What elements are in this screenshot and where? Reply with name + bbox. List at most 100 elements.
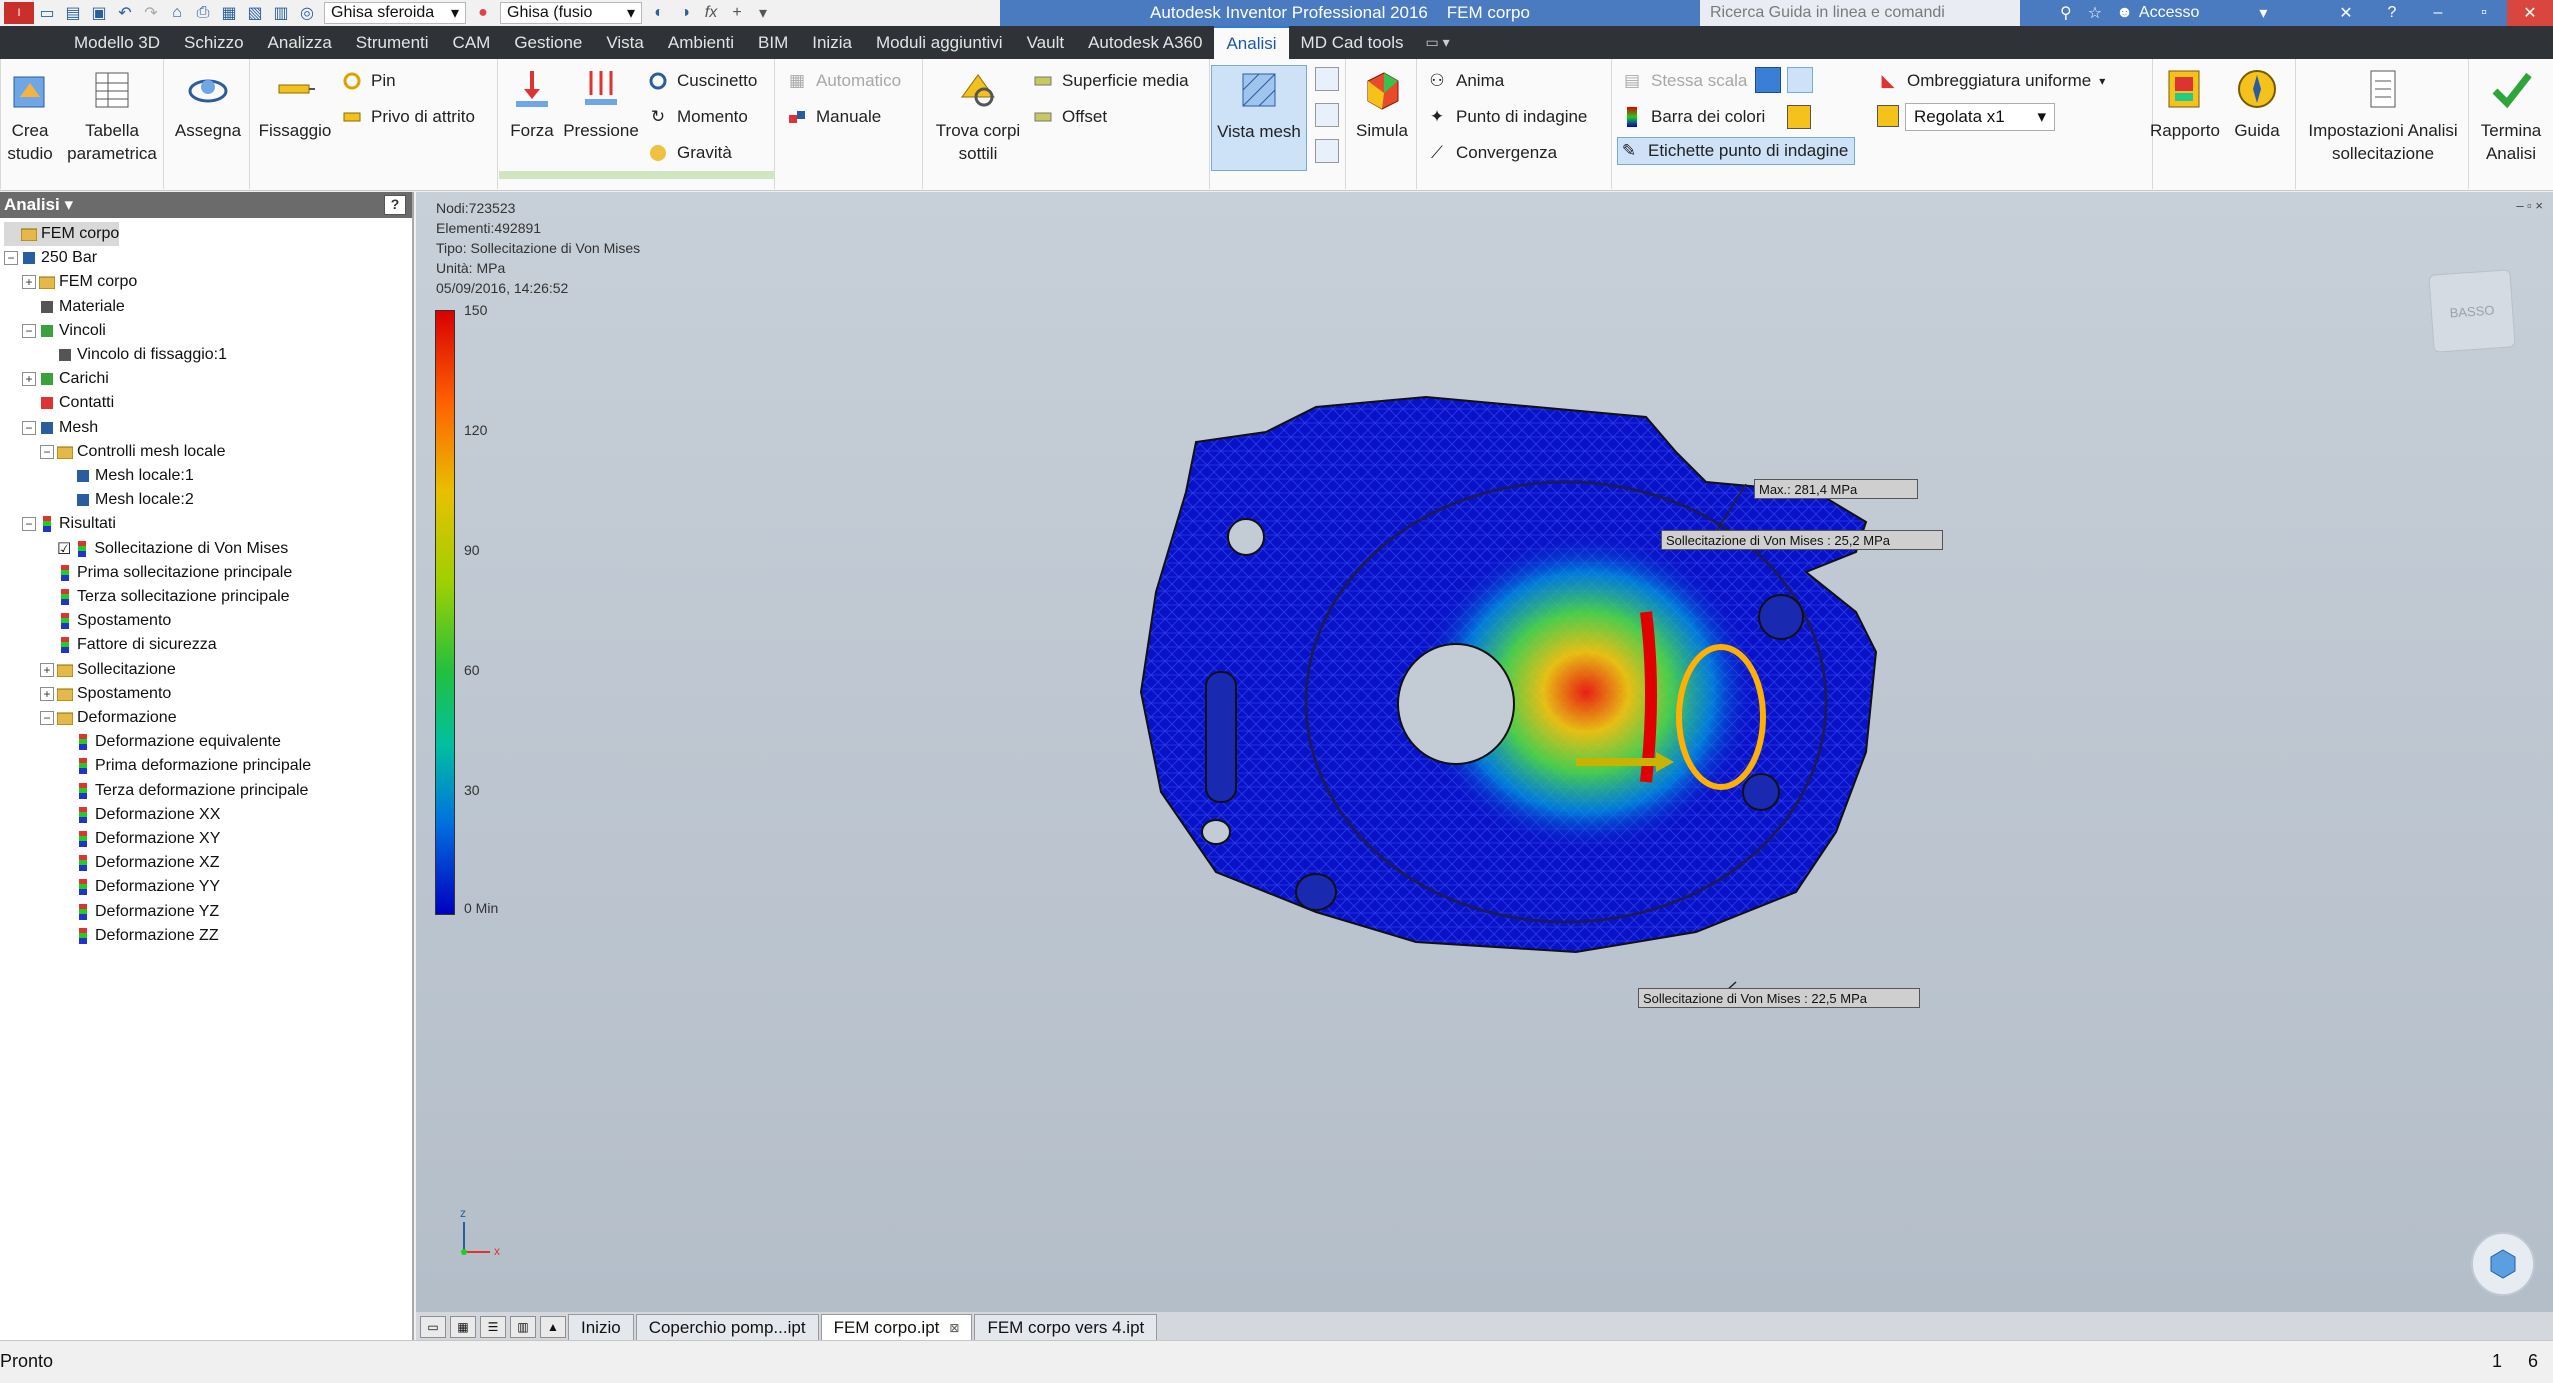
rapporto-button[interactable]: Rapporto	[2143, 65, 2227, 142]
graphics-viewport[interactable]: Nodi:723523 Elementi:492891 Tipo: Sollec…	[416, 192, 2553, 1312]
tile-vertical-icon[interactable]: ▥	[510, 1316, 536, 1338]
crea-studio-button[interactable]: Crea studio	[4, 65, 56, 165]
trova-corpi-sottili-button[interactable]: Trova corpi sottili	[928, 65, 1028, 165]
tree-item[interactable]: − 250 Bar	[4, 246, 97, 270]
open-icon[interactable]: ▤	[60, 2, 86, 24]
tree-item[interactable]: Deformazione YY	[58, 875, 220, 899]
print-icon[interactable]: ⎙	[190, 2, 216, 24]
tree-item[interactable]: Contatti	[22, 391, 114, 415]
appearance-icon[interactable]: ●	[470, 2, 496, 24]
automatico-button[interactable]: ▦ Automatico	[786, 67, 901, 95]
tab-list-icon[interactable]: ▲	[540, 1316, 566, 1338]
color-bar-preset-icon[interactable]	[1755, 67, 1781, 93]
gravita-button[interactable]: Gravità	[647, 139, 732, 167]
tree-item[interactable]: Deformazione ZZ	[58, 924, 219, 948]
tree-item[interactable]: Terza sollecitazione principale	[40, 585, 290, 609]
cuscinetto-button[interactable]: Cuscinetto	[647, 67, 757, 95]
cascade-icon[interactable]: ▭	[420, 1316, 446, 1338]
redo-icon[interactable]: ↷	[138, 2, 164, 24]
collapse-icon[interactable]: −	[22, 517, 36, 532]
tree-item[interactable]: Fattore di sicurezza	[40, 633, 217, 657]
signin-area[interactable]: ⚲ ☆ ☻ Accesso ▾	[2060, 0, 2267, 26]
pin-button[interactable]: Pin	[341, 67, 396, 95]
tab-strumenti[interactable]: Strumenti	[344, 26, 441, 59]
star-icon[interactable]: ☆	[2088, 3, 2102, 23]
adjust-icon[interactable]: ◐	[646, 2, 672, 24]
mesh-settings-icon[interactable]	[1315, 67, 1339, 91]
tree-item[interactable]: + Sollecitazione	[40, 658, 176, 682]
pressione-button[interactable]: Pressione	[561, 65, 641, 142]
properties-icon[interactable]: ▦	[216, 2, 242, 24]
tree-item[interactable]: ☑ Sollecitazione di Von Mises	[40, 537, 288, 561]
tree-item[interactable]: Deformazione XY	[58, 827, 220, 851]
material-select[interactable]: Ghisa sferoida ▾	[324, 2, 466, 24]
simula-button[interactable]: Simula	[1351, 65, 1413, 142]
tree-item[interactable]: Mesh locale:1	[58, 464, 194, 488]
tree-item[interactable]: Spostamento	[40, 609, 171, 633]
tab-cam[interactable]: CAM	[441, 26, 503, 59]
guida-button[interactable]: Guida	[2227, 65, 2287, 142]
save-icon[interactable]: ▣	[86, 2, 112, 24]
probe-label[interactable]: Sollecitazione di Von Mises : 25,2 MPa	[1661, 530, 1943, 550]
exchange-icon[interactable]: ✕	[2323, 0, 2369, 26]
new-file-icon[interactable]: ▭	[34, 2, 60, 24]
tree-item[interactable]: Deformazione XX	[58, 803, 220, 827]
maximize-icon[interactable]: ▫	[2461, 0, 2507, 26]
collapse-icon[interactable]: −	[40, 444, 54, 459]
punto-di-indagine-button[interactable]: ✦ Punto di indagine	[1426, 103, 1588, 131]
probe-label[interactable]: Sollecitazione di Von Mises : 22,5 MPa	[1638, 988, 1920, 1008]
group-expand-bar[interactable]	[499, 171, 775, 179]
offset-button[interactable]: Offset	[1032, 103, 1107, 131]
search-icon[interactable]: ⚲	[2060, 3, 2072, 23]
tree-item[interactable]: Deformazione XZ	[58, 851, 220, 875]
tree-item[interactable]: − Risultati	[22, 512, 116, 536]
fissaggio-button[interactable]: Fissaggio	[255, 65, 335, 142]
etichette-punto-di-indagine-button[interactable]: ✎ Etichette punto di indagine	[1617, 137, 1856, 165]
tree-item[interactable]: Materiale	[22, 295, 125, 319]
tile-horizontal-icon[interactable]: ☰	[480, 1316, 506, 1338]
local-mesh-icon[interactable]	[1315, 103, 1339, 127]
navigation-wheel-icon[interactable]	[2471, 1232, 2535, 1296]
appearance-select[interactable]: Ghisa (fusio ▾	[500, 2, 642, 24]
tab-vault[interactable]: Vault	[1015, 26, 1077, 59]
viewcube[interactable]: BASSO	[2428, 269, 2516, 353]
expand-icon[interactable]: +	[22, 275, 36, 290]
stessa-scala-button[interactable]: ▤ Stessa scala	[1621, 67, 1747, 95]
fem-model-render[interactable]	[416, 192, 2553, 1312]
tree-item[interactable]: − Controlli mesh locale	[40, 440, 226, 464]
signin-label[interactable]: Accesso	[2139, 4, 2199, 22]
home-icon[interactable]: ⌂	[164, 2, 190, 24]
vista-mesh-button[interactable]: Vista mesh	[1211, 65, 1307, 171]
displacement-scale-select[interactable]: Regolata x1 ▾	[1905, 103, 2055, 131]
tree-item[interactable]: Prima sollecitazione principale	[40, 561, 292, 585]
document-tab[interactable]: FEM corpo vers 4.ipt	[974, 1314, 1158, 1340]
collapse-icon[interactable]: −	[4, 251, 18, 266]
tab-gestione[interactable]: Gestione	[502, 26, 594, 59]
tree-item[interactable]: − Deformazione	[40, 706, 177, 730]
document-tab[interactable]: Inizio	[568, 1314, 634, 1340]
contour-shading-icon[interactable]	[1787, 67, 1813, 93]
document-tab[interactable]: Coperchio pomp...ipt	[635, 1314, 819, 1340]
tree-item[interactable]: Vincolo di fissaggio:1	[40, 343, 227, 367]
help-icon[interactable]: ?	[2369, 0, 2415, 26]
tree-item[interactable]: Deformazione YZ	[58, 900, 219, 924]
app-menu-icon[interactable]: I	[4, 2, 34, 24]
customize-icon[interactable]: ▾	[750, 2, 776, 24]
termina-analisi-button[interactable]: Termina Analisi	[2474, 65, 2548, 165]
convergenza-button[interactable]: ⟋ Convergenza	[1426, 139, 1557, 167]
undo-icon[interactable]: ↶	[112, 2, 138, 24]
tree-item[interactable]: Deformazione equivalente	[58, 730, 281, 754]
tree-item[interactable]: FEM corpo	[4, 222, 120, 246]
probe-label-max[interactable]: Max.: 281,4 MPa	[1754, 479, 1918, 499]
tree-item[interactable]: Terza deformazione principale	[58, 779, 308, 803]
clear-icon[interactable]: ◑	[672, 2, 698, 24]
impostazioni-analisi-button[interactable]: Impostazioni Analisi sollecitazione	[2301, 65, 2465, 165]
collapse-icon[interactable]: −	[22, 420, 36, 435]
tab-ambienti[interactable]: Ambienti	[656, 26, 746, 59]
browser-help-icon[interactable]: ?	[384, 195, 406, 215]
tab-inizia[interactable]: Inizia	[800, 26, 864, 59]
visibility-checkbox[interactable]: ☑	[57, 539, 71, 559]
tab-autodesk-a360[interactable]: Autodesk A360	[1076, 26, 1214, 59]
tab-md-cad-tools[interactable]: MD Cad tools	[1289, 26, 1416, 59]
project-icon[interactable]: ▥	[268, 2, 294, 24]
